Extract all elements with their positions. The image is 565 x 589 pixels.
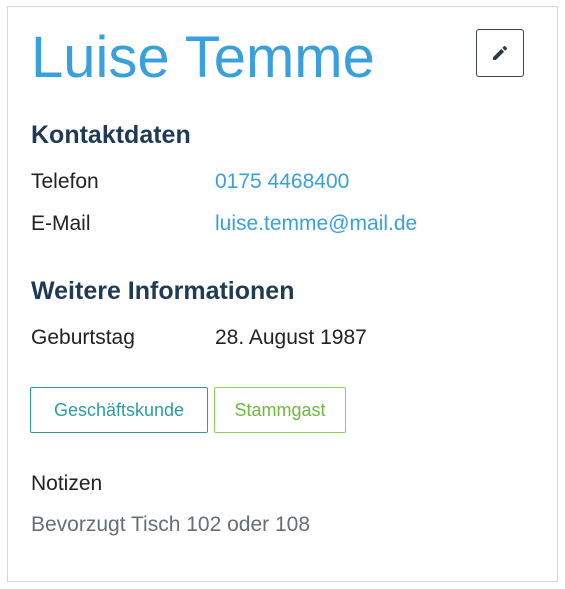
contact-name: Luise Temme <box>31 25 375 90</box>
email-link[interactable]: luise.temme@mail.de <box>215 211 417 237</box>
phone-label: Telefon <box>31 170 99 193</box>
section-title-more-info: Weitere Informationen <box>31 277 295 305</box>
notes-text: Bevorzugt Tisch 102 oder 108 <box>31 513 311 536</box>
birthday-label: Geburtstag <box>31 326 135 349</box>
phone-link[interactable]: 0175 4468400 <box>215 169 349 195</box>
section-title-contact: Kontaktdaten <box>31 121 191 149</box>
tag-regular-guest: Stammgast <box>214 387 346 433</box>
pencil-icon <box>491 44 509 62</box>
edit-button[interactable] <box>476 29 524 77</box>
birthday-value: 28. August 1987 <box>215 326 367 349</box>
email-label: E-Mail <box>31 212 91 235</box>
tag-business-customer: Geschäftskunde <box>30 387 208 433</box>
notes-label: Notizen <box>31 472 103 495</box>
contact-card: Luise Temme Kontaktdaten Telefon 0175 44… <box>7 6 558 582</box>
